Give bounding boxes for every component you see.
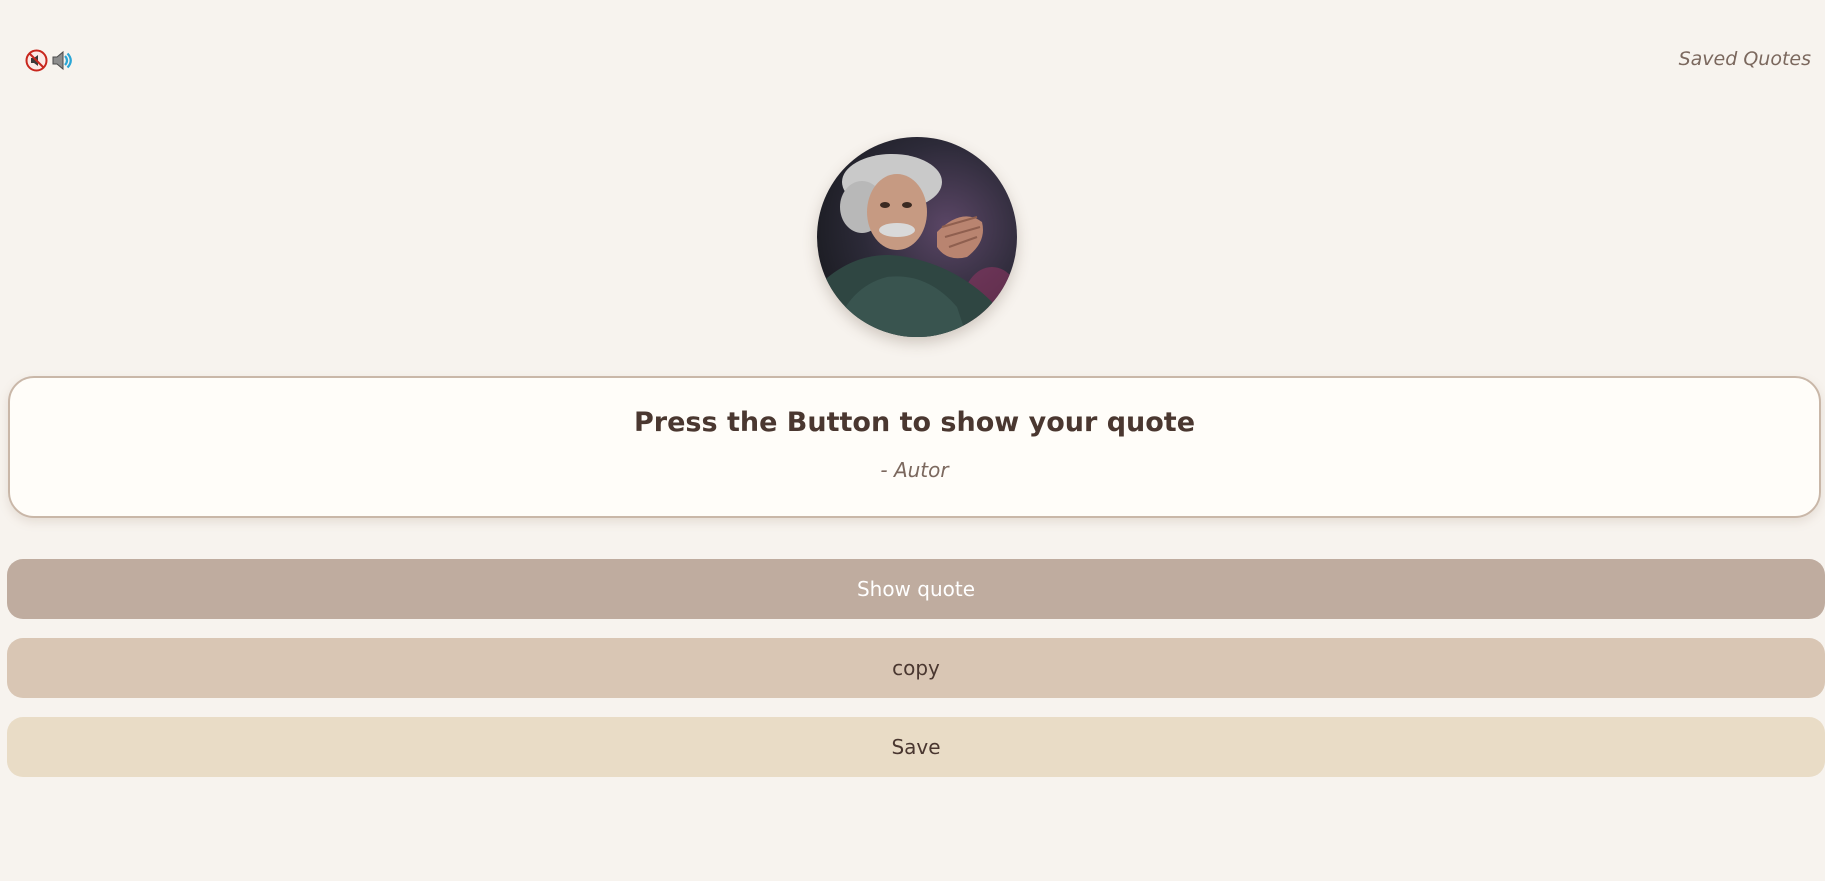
top-bar: Saved Quotes [0,0,1825,120]
unmute-button[interactable] [50,49,73,72]
quote-app: Saved Quotes Press the Button to show yo… [0,0,1825,881]
sound-controls [25,49,73,72]
mute-button[interactable] [25,49,48,72]
speaker-icon [52,50,72,71]
quote-author: - Autor [880,458,949,482]
quote-text: Press the Button to show your quote [633,407,1196,438]
show-quote-button[interactable]: Show quote [7,559,1825,619]
save-button[interactable]: Save [7,717,1825,777]
author-portrait [817,137,1017,337]
quote-card: Press the Button to show your quote - Au… [8,376,1821,518]
saved-quotes-link[interactable]: Saved Quotes [1679,48,1811,70]
portrait-image [817,137,1017,337]
copy-button[interactable]: copy [7,638,1825,698]
mute-icon [25,49,48,72]
